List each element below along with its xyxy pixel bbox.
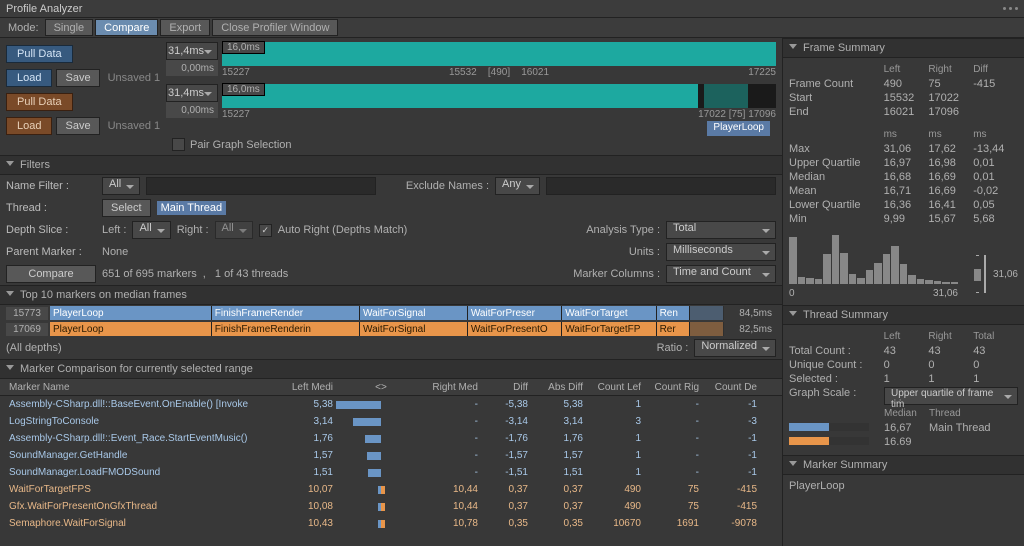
- thread-select-button[interactable]: Select: [102, 199, 151, 217]
- depth-left-select[interactable]: All: [132, 221, 170, 239]
- units-select[interactable]: Milliseconds: [666, 243, 776, 261]
- name-filter-mode[interactable]: All: [102, 177, 140, 195]
- unsaved-a-label: Unsaved 1: [108, 72, 161, 84]
- exclude-mode[interactable]: Any: [495, 177, 540, 195]
- filters-header[interactable]: Filters: [0, 155, 782, 175]
- load-b-button[interactable]: Load: [6, 117, 52, 135]
- window-title: Profile Analyzer: [6, 3, 82, 15]
- mode-label: Mode:: [4, 22, 43, 34]
- comparison-row[interactable]: Semaphore.WaitForSignal 10,43 10,78 0,35…: [0, 515, 782, 532]
- comparison-row[interactable]: SoundManager.GetHandle 1,57 - -1,57 1,57…: [0, 447, 782, 464]
- comparison-row[interactable]: WaitForTargetFPS 10,07 10,44 0,37 0,37 4…: [0, 481, 782, 498]
- tl-a-min: 0,00ms: [166, 60, 218, 76]
- comparison-row[interactable]: Assembly-CSharp.dll!::Event_Race.StartEv…: [0, 430, 782, 447]
- marker-summary-header[interactable]: Marker Summary: [783, 455, 1024, 475]
- table-header: Marker Name Left Medi <> Right Med Diff …: [0, 379, 782, 396]
- analysis-type-select[interactable]: Total: [666, 221, 776, 239]
- load-a-button[interactable]: Load: [6, 69, 52, 87]
- tl-b-max-select[interactable]: 31,4ms: [166, 84, 218, 102]
- title-bar: Profile Analyzer: [0, 0, 1024, 18]
- export-button[interactable]: Export: [160, 19, 210, 36]
- box-plot: [966, 249, 989, 299]
- graph-scale-select[interactable]: Upper quartile of frame tiṁ: [884, 387, 1018, 405]
- comparison-header[interactable]: Marker Comparison for currently selected…: [0, 359, 782, 379]
- pull-data-a-button[interactable]: Pull Data: [6, 45, 73, 63]
- main-thread-chip[interactable]: Main Thread: [157, 201, 227, 215]
- top10-row[interactable]: 15773 PlayerLoopFinishFrameRenderWaitFor…: [0, 305, 782, 321]
- timeline-a-graph[interactable]: 16,0ms: [222, 42, 776, 66]
- name-filter-input[interactable]: [146, 177, 376, 195]
- thread-summary-header[interactable]: Thread Summary: [783, 305, 1024, 325]
- compare-button[interactable]: Compare: [6, 265, 96, 283]
- comparison-row[interactable]: LogStringToConsole 3,14 - -3,14 3,14 3 -…: [0, 413, 782, 430]
- frame-histogram: [789, 234, 958, 284]
- marker-columns-select[interactable]: Time and Count: [666, 265, 776, 283]
- playerloop-tag: PlayerLoop: [707, 121, 770, 136]
- top10-header[interactable]: Top 10 markers on median frames: [0, 285, 782, 305]
- pair-graph-label: Pair Graph Selection: [190, 139, 292, 151]
- mode-single-button[interactable]: Single: [45, 19, 94, 36]
- depth-right-select[interactable]: All: [215, 221, 253, 239]
- save-a-button[interactable]: Save: [56, 69, 99, 87]
- close-profiler-button[interactable]: Close Profiler Window: [212, 19, 338, 36]
- timeline-b-graph[interactable]: 16,0ms: [222, 84, 776, 108]
- frame-summary-header[interactable]: Frame Summary: [783, 38, 1024, 58]
- toolbar: Mode: Single Compare Export Close Profil…: [0, 18, 1024, 38]
- comparison-row[interactable]: SoundManager.LoadFMODSound 1,51 - -1,51 …: [0, 464, 782, 481]
- tl-a-max-select[interactable]: 31,4ms: [166, 42, 218, 60]
- pull-data-b-button[interactable]: Pull Data: [6, 93, 73, 111]
- unsaved-b-label: Unsaved 1: [108, 120, 161, 132]
- mode-compare-button[interactable]: Compare: [95, 19, 158, 36]
- exclude-input[interactable]: [546, 177, 776, 195]
- comparison-row[interactable]: Gfx.WaitForPresentOnGfxThread 10,08 10,4…: [0, 498, 782, 515]
- ratio-select[interactable]: Normalized: [694, 339, 776, 357]
- pair-graph-checkbox[interactable]: [172, 138, 185, 151]
- comparison-row[interactable]: Assembly-CSharp.dll!::BaseEvent.OnEnable…: [0, 396, 782, 413]
- top10-row[interactable]: 17069 PlayerLoopFinishFrameRenderinWaitF…: [0, 321, 782, 337]
- save-b-button[interactable]: Save: [56, 117, 99, 135]
- tl-b-min: 0,00ms: [166, 102, 218, 118]
- window-menu-icon[interactable]: [1003, 7, 1018, 10]
- auto-right-checkbox[interactable]: [259, 224, 272, 237]
